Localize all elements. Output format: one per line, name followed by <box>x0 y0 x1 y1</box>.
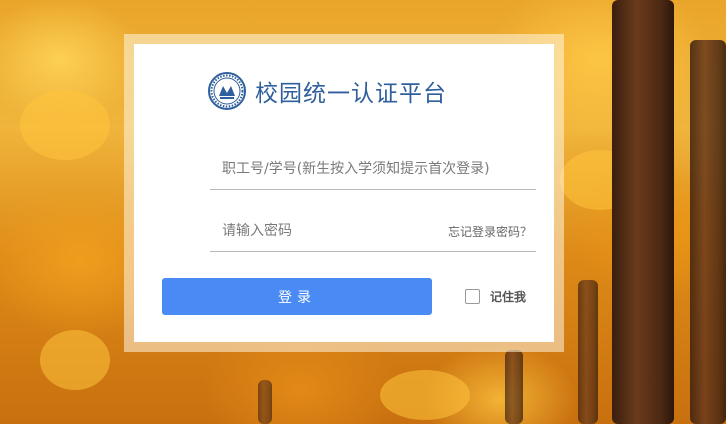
forgot-password-link[interactable]: 忘记登录密码？ <box>448 223 532 240</box>
brand-header: 校园统一认证平台 <box>208 72 447 110</box>
tree-trunk <box>612 0 674 424</box>
tree-trunk <box>505 350 523 424</box>
login-button[interactable]: 登录 <box>162 278 432 315</box>
remember-me-label: 记住我 <box>490 289 527 304</box>
password-input[interactable] <box>222 217 422 245</box>
username-input[interactable] <box>222 155 522 183</box>
page-title: 校园统一认证平台 <box>255 81 447 107</box>
tree-trunk <box>578 280 598 424</box>
username-field <box>210 149 536 190</box>
foliage-decoration <box>20 90 110 160</box>
tree-trunk <box>690 40 726 424</box>
tree-trunk <box>258 380 272 424</box>
password-field: 忘记登录密码？ <box>210 211 536 252</box>
university-seal-icon <box>208 72 246 110</box>
remember-me-checkbox[interactable] <box>465 288 480 304</box>
foliage-decoration <box>380 370 470 420</box>
remember-me[interactable]: 记住我 <box>465 285 526 307</box>
foliage-decoration <box>40 330 110 390</box>
